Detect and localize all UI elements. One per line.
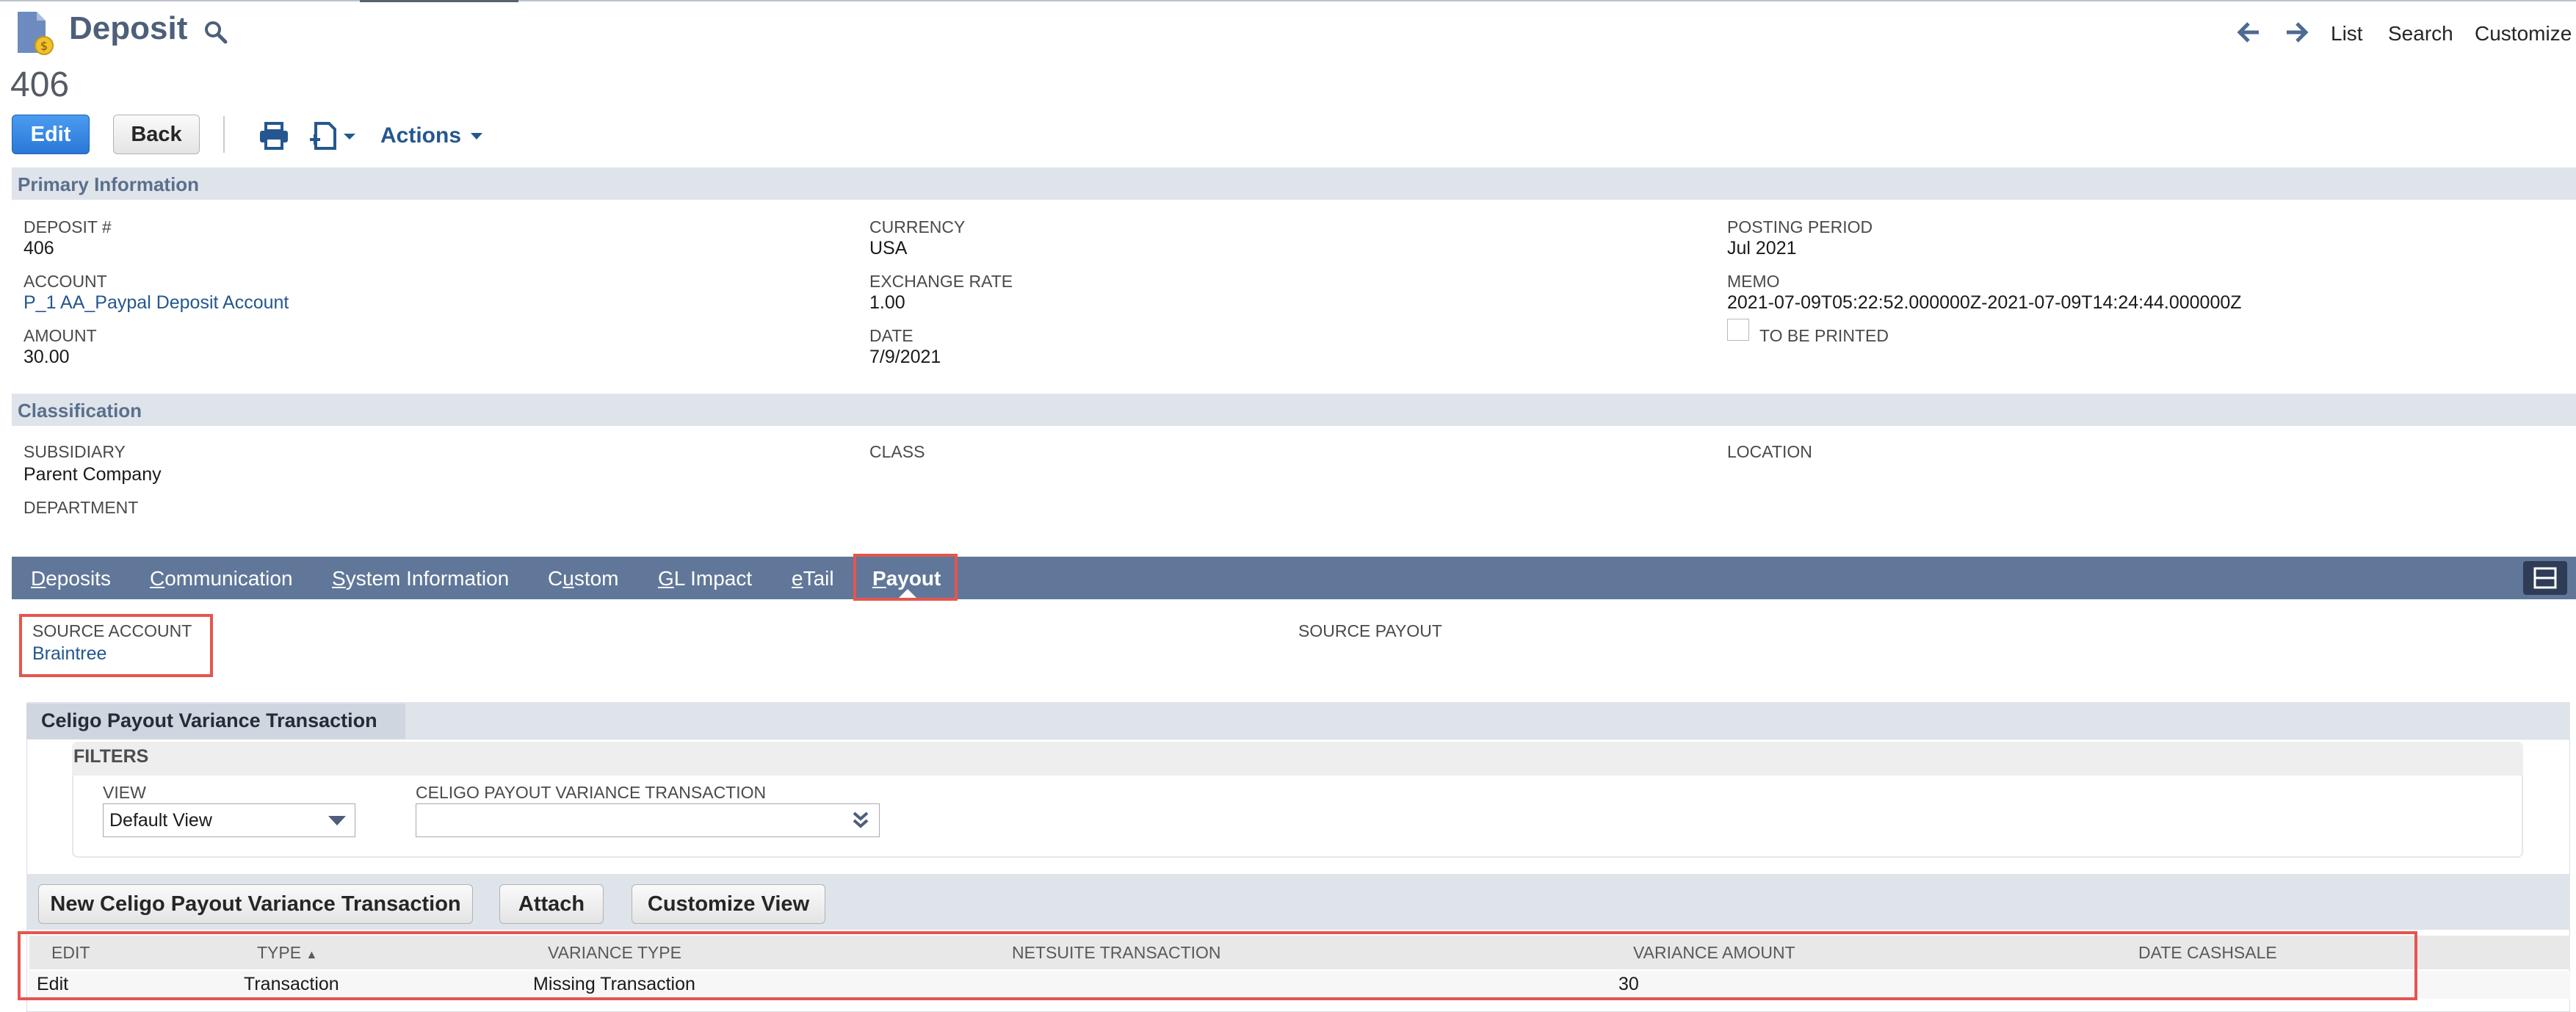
tab-etail[interactable]: eTail bbox=[792, 567, 834, 590]
top-border-accent bbox=[360, 0, 518, 2]
deposit-number-value: 406 bbox=[23, 238, 54, 259]
list-link[interactable]: List bbox=[2331, 22, 2363, 46]
amount-label: AMOUNT bbox=[23, 326, 97, 345]
new-document-icon[interactable] bbox=[308, 120, 360, 151]
tab-deposits[interactable]: Deposits bbox=[31, 567, 111, 590]
classification-title[interactable]: Classification bbox=[18, 400, 142, 422]
chevron-down-icon bbox=[328, 816, 346, 825]
posting-period-label: POSTING PERIOD bbox=[1727, 217, 1873, 236]
toolbar-divider bbox=[223, 116, 225, 153]
exchange-rate-value: 1.00 bbox=[869, 292, 905, 313]
primary-info-title[interactable]: Primary Information bbox=[18, 173, 199, 196]
tab-custom[interactable]: Custom bbox=[548, 567, 619, 590]
customize-link[interactable]: Customize bbox=[2475, 22, 2572, 46]
chevron-down-icon bbox=[471, 133, 483, 140]
sublist-title[interactable]: Celigo Payout Variance Transaction bbox=[41, 709, 377, 732]
memo-value: 2021-07-09T05:22:52.000000Z-2021-07-09T1… bbox=[1727, 292, 2242, 313]
subsidiary-value: Parent Company bbox=[23, 464, 162, 485]
page-title: Deposit bbox=[69, 10, 188, 46]
back-button[interactable]: Back bbox=[113, 115, 200, 154]
date-label: DATE bbox=[869, 326, 913, 345]
view-label: VIEW bbox=[103, 783, 146, 802]
to-be-printed-checkbox[interactable] bbox=[1727, 319, 1749, 341]
search-icon[interactable] bbox=[203, 19, 229, 46]
to-be-printed-label: TO BE PRINTED bbox=[1759, 326, 1889, 345]
attach-button[interactable]: Attach bbox=[499, 884, 604, 924]
tab-communication[interactable]: Communication bbox=[150, 567, 293, 590]
print-icon[interactable] bbox=[257, 120, 291, 151]
deposit-record-icon: $ bbox=[18, 12, 54, 55]
posting-period-value: Jul 2021 bbox=[1727, 238, 1797, 259]
source-account-highlight bbox=[19, 614, 213, 677]
back-arrow-icon[interactable] bbox=[2235, 21, 2262, 44]
department-label: DEPARTMENT bbox=[23, 498, 139, 517]
filters-label[interactable]: FILTERS bbox=[73, 746, 148, 767]
date-value: 7/9/2021 bbox=[869, 347, 941, 367]
variance-filter-label: CELIGO PAYOUT VARIANCE TRANSACTION bbox=[416, 783, 767, 802]
forward-arrow-icon[interactable] bbox=[2284, 21, 2310, 44]
search-link[interactable]: Search bbox=[2388, 22, 2453, 46]
source-payout-label: SOURCE PAYOUT bbox=[1298, 621, 1442, 640]
primary-info-header[interactable] bbox=[12, 167, 2576, 200]
new-variance-transaction-button[interactable]: New Celigo Payout Variance Transaction bbox=[38, 884, 473, 924]
account-label: ACCOUNT bbox=[23, 272, 107, 291]
currency-label: CURRENCY bbox=[869, 217, 966, 236]
actions-menu[interactable]: Actions bbox=[380, 123, 483, 148]
table-highlight bbox=[18, 931, 2417, 1000]
tab-gl-impact[interactable]: GL Impact bbox=[658, 567, 752, 590]
svg-text:$: $ bbox=[40, 39, 48, 53]
currency-value: USA bbox=[869, 238, 908, 259]
record-number: 406 bbox=[10, 65, 70, 104]
subsidiary-label: SUBSIDIARY bbox=[23, 442, 126, 461]
sublist-toggle-icon[interactable] bbox=[2523, 561, 2567, 595]
exchange-rate-label: EXCHANGE RATE bbox=[869, 272, 1013, 291]
tab-system-information[interactable]: System Information bbox=[332, 567, 509, 590]
view-select[interactable]: Default View bbox=[103, 803, 355, 837]
customize-view-button[interactable]: Customize View bbox=[632, 884, 825, 924]
actions-label: Actions bbox=[380, 123, 462, 148]
double-chevron-down-icon bbox=[853, 812, 869, 828]
filters-header[interactable] bbox=[72, 742, 2523, 776]
edit-button[interactable]: Edit bbox=[12, 115, 90, 154]
deposit-number-label: DEPOSIT # bbox=[23, 217, 112, 236]
classification-header[interactable] bbox=[12, 394, 2576, 426]
payout-tab-highlight bbox=[853, 554, 958, 601]
amount-value: 30.00 bbox=[23, 347, 70, 367]
account-link[interactable]: P_1 AA_Paypal Deposit Account bbox=[23, 292, 289, 314]
memo-label: MEMO bbox=[1727, 272, 1780, 291]
view-select-value: Default View bbox=[109, 810, 212, 831]
location-label: LOCATION bbox=[1727, 442, 1812, 461]
variance-filter-select[interactable] bbox=[416, 803, 880, 837]
class-label: CLASS bbox=[869, 442, 925, 461]
